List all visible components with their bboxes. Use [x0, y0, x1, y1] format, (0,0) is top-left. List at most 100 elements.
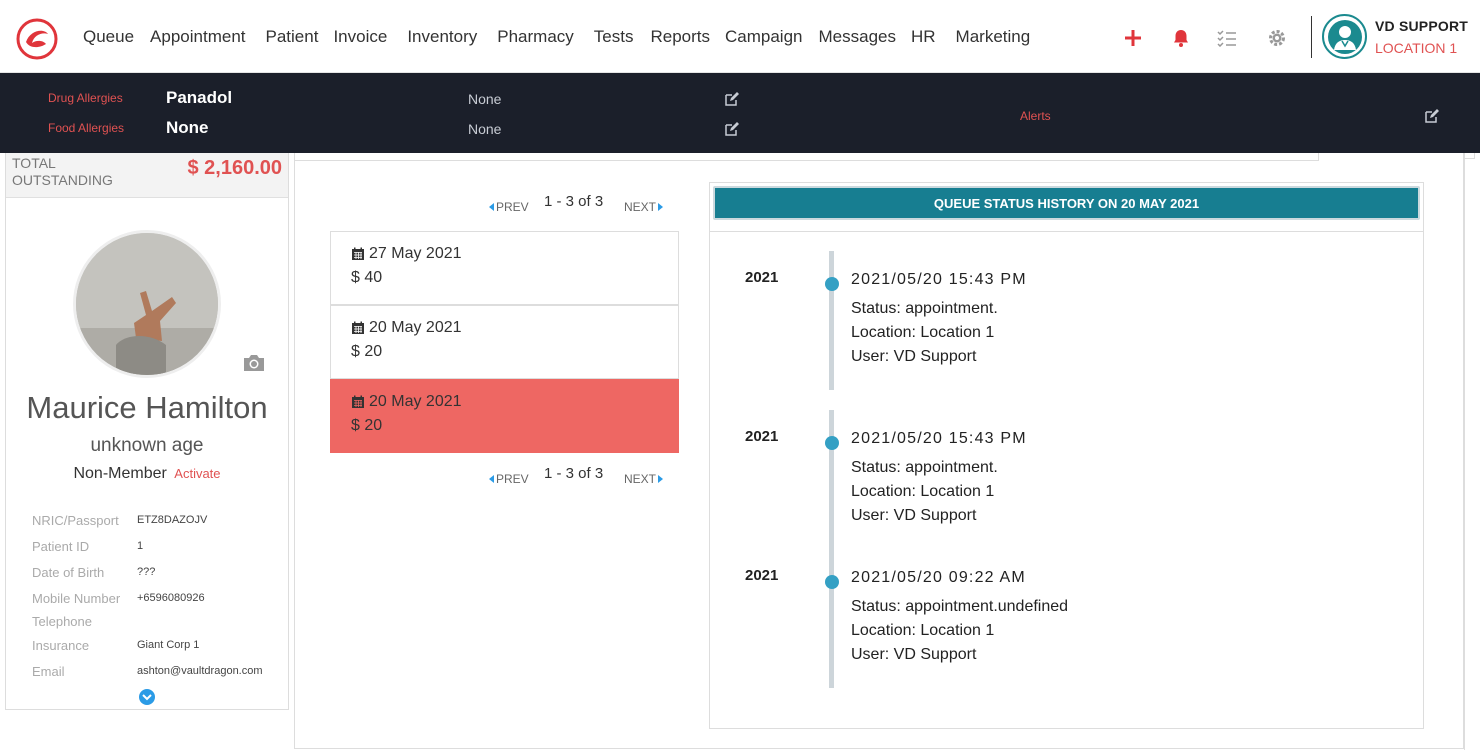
timeline-user: User: VD Support [851, 646, 977, 663]
right-scroll-area [1464, 153, 1480, 750]
outstanding-box: TOTAL OUTSTANDING $ 2,160.00 [6, 153, 288, 198]
nav-item-pharmacy[interactable]: Pharmacy [497, 27, 574, 47]
pager-top-prev-button[interactable]: PREV [489, 200, 529, 214]
edit-alerts-icon[interactable] [1424, 108, 1440, 124]
timeline-line [829, 251, 834, 390]
plus-icon[interactable] [1121, 26, 1145, 50]
doctor-icon [1327, 19, 1362, 54]
timeline-year: 2021 [745, 269, 779, 286]
timeline-location: Location: Location 1 [851, 324, 995, 341]
user-location[interactable]: LOCATION 1 [1375, 40, 1457, 56]
pager-top-next-button[interactable]: NEXT [624, 200, 664, 214]
info-value-email: ashton@vaultdragon.com [137, 665, 263, 677]
app-logo-icon[interactable] [16, 18, 58, 60]
appointment-card-selected[interactable]: 20 May 2021 $ 20 [330, 379, 679, 453]
pager-bottom-prev-button[interactable]: PREV [489, 472, 529, 486]
user-name[interactable]: VD SUPPORT [1375, 18, 1468, 34]
pager-bottom-next-button[interactable]: NEXT [624, 472, 664, 486]
nav-item-inventory[interactable]: Inventory [407, 27, 477, 47]
timeline-dot [825, 575, 839, 589]
appointment-amount: $ 20 [351, 343, 383, 360]
info-value-dob: ??? [137, 566, 156, 578]
patient-age: unknown age [90, 435, 204, 456]
pager-bottom-count: 1 - 3 of 3 [544, 465, 604, 482]
nav-item-campaign[interactable]: Campaign [725, 27, 803, 47]
pager-top-next-label: NEXT [624, 200, 657, 214]
nav-item-appointment[interactable]: Appointment [150, 27, 245, 47]
food-allergies-note: None [468, 121, 502, 137]
edit-food-allergies-icon[interactable] [724, 121, 740, 137]
nav-item-hr[interactable]: HR [911, 27, 936, 47]
timeline-status: Status: appointment. [851, 300, 998, 317]
timeline-dot [825, 277, 839, 291]
allergy-bar: Drug Allergies Panadol None Food Allergi… [0, 73, 1480, 153]
info-value-mobile: +6596080926 [137, 592, 205, 604]
activate-link[interactable]: Activate [174, 466, 220, 481]
nav-divider [1311, 16, 1312, 58]
outstanding-label: TOTAL OUTSTANDING [12, 155, 113, 189]
appointment-date: 20 May 2021 [351, 319, 658, 337]
appointment-date-text: 20 May 2021 [369, 393, 462, 410]
patient-name: Maurice Hamilton [26, 390, 268, 425]
appointment-amount: $ 40 [351, 269, 383, 286]
membership-status: Non-Member Activate [6, 465, 288, 483]
user-avatar[interactable] [1322, 14, 1367, 59]
drug-allergies-note: None [468, 91, 502, 107]
timeline-line [829, 410, 834, 549]
pager-top-prev-label: PREV [496, 200, 529, 214]
info-label-dob: Date of Birth [32, 565, 105, 580]
drug-allergies-label: Drug Allergies [48, 91, 123, 105]
timeline-location: Location: Location 1 [851, 622, 995, 639]
info-label-patient-id: Patient ID [32, 539, 90, 554]
nav-item-marketing[interactable]: Marketing [956, 27, 1031, 47]
edit-drug-allergies-icon[interactable] [724, 91, 740, 107]
nav-item-reports[interactable]: Reports [650, 27, 710, 47]
alerts-label: Alerts [1020, 109, 1051, 123]
timeline-time: 2021/05/20 09:22 AM [851, 569, 1026, 586]
info-value-insurance: Giant Corp 1 [137, 639, 200, 651]
appointment-card[interactable]: 20 May 2021 $ 20 [330, 305, 679, 379]
membership-label: Non-Member [73, 465, 167, 482]
food-allergies-value: None [166, 118, 209, 137]
gear-icon[interactable] [1265, 26, 1289, 50]
info-label-nric: NRIC/Passport [32, 513, 119, 528]
appointment-date: 20 May 2021 [351, 393, 658, 411]
appointment-date-text: 20 May 2021 [369, 319, 462, 336]
info-label-insurance: Insurance [32, 638, 90, 653]
timeline-user: User: VD Support [851, 348, 977, 365]
bell-icon[interactable] [1169, 26, 1193, 50]
appointment-date: 27 May 2021 [351, 245, 658, 263]
nav-item-invoice[interactable]: Invoice [333, 27, 387, 47]
pager-top-count: 1 - 3 of 3 [544, 193, 604, 210]
food-allergies-label: Food Allergies [48, 121, 125, 135]
pager-bottom-next-label: NEXT [624, 472, 657, 486]
checklist-icon[interactable] [1215, 26, 1239, 50]
timeline-status: Status: appointment. [851, 459, 998, 476]
appointment-amount: $ 20 [351, 417, 383, 434]
patient-photo [73, 230, 221, 378]
nav-item-tests[interactable]: Tests [594, 27, 634, 47]
timeline-year: 2021 [745, 428, 779, 445]
outstanding-label-line2: OUTSTANDING [12, 172, 113, 188]
timeline-status: Status: appointment.undefined [851, 598, 1069, 615]
nav-item-messages[interactable]: Messages [819, 27, 896, 47]
appointment-date-text: 27 May 2021 [369, 245, 462, 262]
timeline-time: 2021/05/20 15:43 PM [851, 271, 1027, 288]
expand-chevron-icon[interactable] [139, 689, 155, 705]
info-value-nric: ETZ8DAZOJV [137, 514, 208, 526]
pager-bottom-prev-label: PREV [496, 472, 529, 486]
queue-history-title: QUEUE STATUS HISTORY ON 20 MAY 2021 [713, 186, 1420, 220]
queue-history-divider [710, 231, 1423, 232]
camera-icon[interactable] [242, 353, 266, 373]
appointment-card[interactable]: 27 May 2021 $ 40 [330, 231, 679, 305]
info-label-email: Email [32, 664, 65, 679]
patient-panel: TOTAL OUTSTANDING $ 2,160.00 Maurice Ham… [5, 153, 289, 710]
calendar-icon [352, 395, 364, 408]
outstanding-amount: $ 2,160.00 [187, 157, 282, 179]
nav-item-queue[interactable]: Queue [83, 27, 134, 47]
main-panel-header-strip [294, 153, 1319, 161]
timeline-year: 2021 [745, 567, 779, 584]
info-label-telephone: Telephone [32, 614, 92, 629]
timeline-line [829, 549, 834, 688]
nav-item-patient[interactable]: Patient [266, 27, 319, 47]
